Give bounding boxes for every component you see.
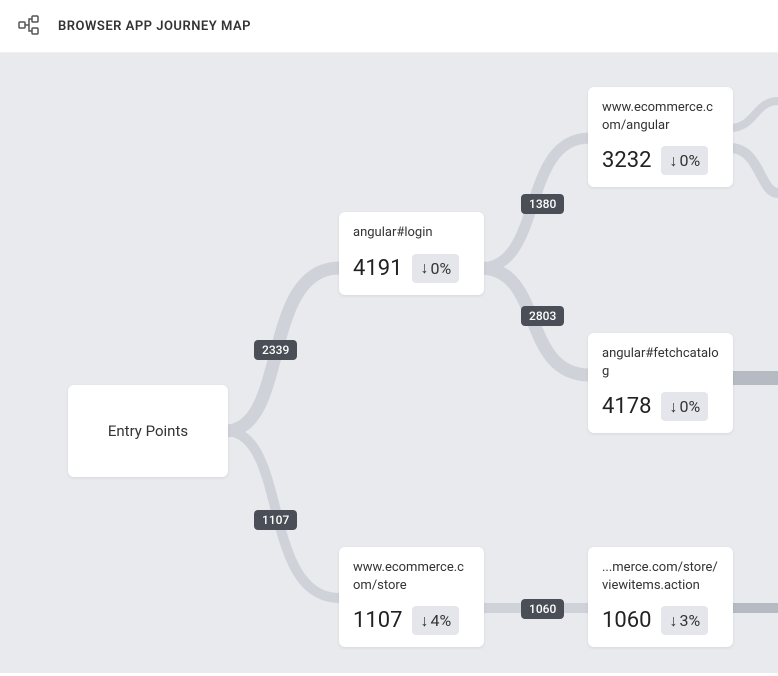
edge-label: 2339 [254, 340, 297, 360]
node-label: ...merce.com/store/viewitems.action [602, 559, 719, 594]
node-label: www.ecommerce.com/angular [602, 99, 719, 134]
node-count: 4191 [353, 256, 402, 281]
node-count: 4178 [602, 394, 651, 419]
node-metrics: 1107 ↓4% [353, 606, 470, 635]
node-count: 3232 [602, 148, 651, 173]
drop-badge: ↓0% [661, 392, 708, 421]
arrow-down-icon: ↓ [420, 260, 428, 276]
node-metrics: 4178 ↓0% [602, 392, 719, 421]
entry-node[interactable]: Entry Points [68, 385, 228, 477]
edge-label: 1380 [521, 194, 564, 214]
drop-badge: ↓0% [661, 146, 708, 175]
arrow-down-icon: ↓ [669, 399, 677, 415]
node-label: angular#fetchcatalog [602, 345, 719, 380]
edge-label: 2803 [521, 306, 564, 326]
page-title: BROWSER APP JOURNEY MAP [58, 19, 251, 34]
header: BROWSER APP JOURNEY MAP [0, 0, 778, 53]
node-metrics: 3232 ↓0% [602, 146, 719, 175]
node-angular[interactable]: www.ecommerce.com/angular 3232 ↓0% [588, 87, 733, 187]
node-metrics: 4191 ↓0% [353, 254, 470, 283]
entry-label: Entry Points [108, 422, 188, 440]
node-label: www.ecommerce.com/store [353, 559, 470, 594]
arrow-down-icon: ↓ [669, 613, 677, 629]
arrow-down-icon: ↓ [669, 153, 677, 169]
node-label: angular#login [353, 224, 470, 242]
node-metrics: 1060 ↓3% [602, 606, 719, 635]
drop-badge: ↓4% [412, 606, 459, 635]
arrow-down-icon: ↓ [420, 613, 428, 629]
node-viewitems[interactable]: ...merce.com/store/viewitems.action 1060… [588, 547, 733, 647]
edge-label: 1060 [521, 599, 564, 619]
node-store[interactable]: www.ecommerce.com/store 1107 ↓4% [339, 547, 484, 647]
drop-badge: ↓3% [661, 606, 708, 635]
edge-label: 1107 [254, 510, 297, 530]
node-login[interactable]: angular#login 4191 ↓0% [339, 212, 484, 295]
node-count: 1107 [353, 608, 402, 633]
node-count: 1060 [602, 608, 651, 633]
drop-badge: ↓0% [412, 254, 459, 283]
node-fetchcatalog[interactable]: angular#fetchcatalog 4178 ↓0% [588, 333, 733, 433]
journey-canvas[interactable]: Entry Points angular#login 4191 ↓0% www.… [0, 53, 778, 673]
journey-map-icon [18, 15, 40, 37]
